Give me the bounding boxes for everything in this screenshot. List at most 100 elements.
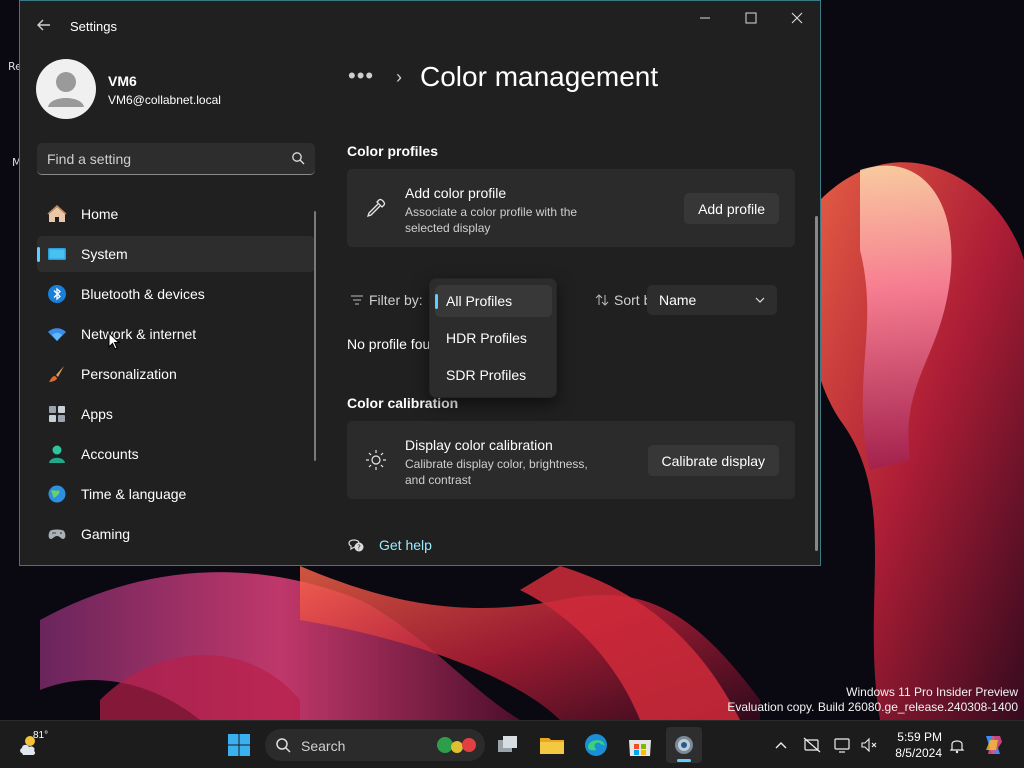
sidebar-item-personalization[interactable]: Personalization <box>37 356 315 392</box>
settings-taskbar-button[interactable] <box>666 727 702 763</box>
gamepad-icon <box>48 529 66 539</box>
filter-option-label: All Profiles <box>446 293 513 309</box>
notification-bell-icon[interactable] <box>948 736 966 754</box>
add-profile-button[interactable]: Add profile <box>684 193 779 225</box>
folder-icon <box>540 738 564 754</box>
sort-value: Name <box>659 292 697 308</box>
chevron-up-icon[interactable] <box>772 736 790 754</box>
sidebar-item-label: Bluetooth & devices <box>81 286 205 302</box>
display-color-calibration-card: Display color calibration Calibrate disp… <box>347 421 795 499</box>
sidebar-item-label: System <box>81 246 128 262</box>
card-title: Display color calibration <box>405 437 553 453</box>
filter-option-label: SDR Profiles <box>446 367 527 383</box>
brightness-icon <box>366 450 386 470</box>
settings-search-input[interactable]: Find a setting <box>37 143 315 175</box>
minimize-button[interactable] <box>682 7 728 29</box>
window-title: Settings <box>70 19 117 34</box>
filter-option-all-profiles[interactable]: All Profiles <box>435 285 552 317</box>
sidebar-item-bluetooth[interactable]: Bluetooth & devices <box>37 276 315 312</box>
sidebar-item-accounts[interactable]: Accounts <box>37 436 315 472</box>
user-avatar-icon <box>48 72 84 107</box>
wifi-icon <box>48 328 66 341</box>
filter-dropdown-menu: All Profiles HDR Profiles SDR Profiles <box>429 278 557 398</box>
eyedropper-icon <box>366 198 386 218</box>
gear-icon <box>675 736 693 754</box>
sort-dropdown[interactable]: Name <box>647 285 777 315</box>
microsoft-store-button[interactable] <box>622 727 658 763</box>
calibrate-display-button[interactable]: Calibrate display <box>647 445 779 477</box>
card-title: Add color profile <box>405 185 507 201</box>
no-profile-message: No profile fou <box>347 336 431 352</box>
system-icon <box>48 248 66 260</box>
globe-icon <box>48 485 66 503</box>
sidebar-item-apps[interactable]: Apps <box>37 396 315 432</box>
search-highlight-icon <box>437 737 476 753</box>
system-clock[interactable]: 5:59 PM 8/5/2024 <box>890 729 942 761</box>
filter-option-hdr-profiles[interactable]: HDR Profiles <box>435 322 552 354</box>
selection-indicator <box>435 294 438 309</box>
filter-icon <box>351 295 363 305</box>
breadcrumb-more-button[interactable]: ••• <box>348 63 374 89</box>
clock-time: 5:59 PM <box>897 730 942 744</box>
sidebar-scrollbar[interactable] <box>314 211 316 461</box>
network-disconnected-icon[interactable] <box>803 736 821 754</box>
sidebar-item-label: Time & language <box>81 486 187 502</box>
close-button[interactable] <box>774 7 820 29</box>
weather-temperature: 81° <box>33 730 49 741</box>
selection-indicator <box>37 247 40 262</box>
settings-window: Settings VM6 VM6@collabnet.local Find a … <box>19 0 821 566</box>
task-view-icon <box>498 736 517 752</box>
sidebar-item-label: Gaming <box>81 526 131 542</box>
apps-icon <box>49 406 65 422</box>
store-icon <box>629 740 651 756</box>
title-bar: Settings <box>20 1 820 49</box>
bluetooth-icon <box>48 285 66 303</box>
user-name: VM6 <box>108 73 137 89</box>
chevron-down-icon <box>755 297 765 303</box>
desktop-watermark: Windows 11 Pro Insider Preview Evaluatio… <box>727 685 1018 715</box>
sidebar-item-label: Apps <box>81 406 113 422</box>
user-email: VM6@collabnet.local <box>108 93 221 107</box>
watermark-line: Windows 11 Pro Insider Preview <box>846 685 1018 699</box>
filter-option-label: HDR Profiles <box>446 330 527 346</box>
get-help-link[interactable]: Get help <box>379 537 432 553</box>
back-arrow-icon[interactable] <box>34 15 54 35</box>
svg-text:?: ? <box>357 544 361 552</box>
sidebar-item-system[interactable]: System <box>37 236 315 272</box>
search-placeholder: Find a setting <box>47 151 132 167</box>
edge-icon <box>585 734 607 756</box>
watermark-line: Evaluation copy. Build 26080.ge_release.… <box>727 700 1018 714</box>
breadcrumb-separator: › <box>396 67 402 87</box>
sidebar-item-time-language[interactable]: Time & language <box>37 476 315 512</box>
active-app-indicator <box>677 759 691 762</box>
help-chat-icon: ? <box>348 539 364 552</box>
taskbar-search-box[interactable]: Search <box>265 729 485 761</box>
accounts-icon <box>49 445 65 463</box>
volume-muted-icon[interactable] <box>860 736 878 754</box>
start-button[interactable] <box>221 727 257 763</box>
section-heading-color-profiles: Color profiles <box>347 143 439 159</box>
task-view-button[interactable] <box>490 727 526 763</box>
search-icon <box>276 738 291 753</box>
sidebar-item-label: Personalization <box>81 366 177 382</box>
file-explorer-button[interactable] <box>534 727 570 763</box>
copilot-icon[interactable] <box>980 732 1006 758</box>
maximize-button[interactable] <box>728 7 774 29</box>
card-description: Associate a color profile with the selec… <box>405 205 578 235</box>
sidebar-item-gaming[interactable]: Gaming <box>37 516 315 552</box>
taskbar: 81° Search 5:59 PM 8/5/2024 <box>0 720 1024 768</box>
brush-icon <box>49 366 64 382</box>
sidebar-item-label: Network & internet <box>81 326 197 342</box>
mouse-cursor-icon <box>108 332 120 350</box>
content-scrollbar[interactable] <box>815 216 818 551</box>
edge-browser-button[interactable] <box>578 727 614 763</box>
sidebar-item-label: Accounts <box>81 446 139 462</box>
page-title: Color management <box>420 61 659 92</box>
clock-date: 8/5/2024 <box>895 746 942 760</box>
sort-icon <box>595 294 609 306</box>
sidebar-item-network[interactable]: Network & internet <box>37 316 315 352</box>
search-icon <box>292 152 305 165</box>
sidebar-item-home[interactable]: Home <box>37 196 315 232</box>
display-icon[interactable] <box>834 736 852 754</box>
filter-option-sdr-profiles[interactable]: SDR Profiles <box>435 359 552 391</box>
